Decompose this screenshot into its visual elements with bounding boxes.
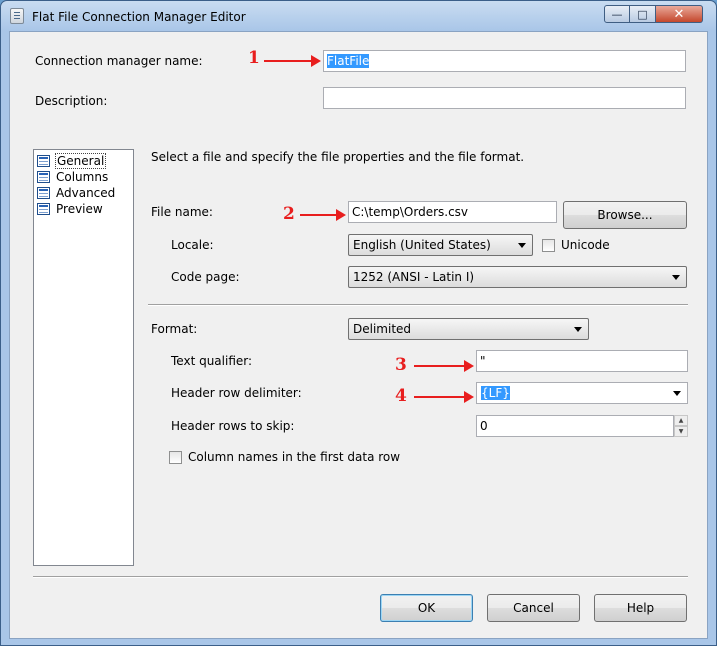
close-button[interactable]: ✕ [656, 5, 703, 23]
spin-down-icon[interactable]: ▼ [674, 426, 688, 437]
annotation-number: 3 [395, 355, 407, 375]
chevron-down-icon [574, 327, 582, 332]
annotation-arrow [414, 391, 474, 403]
description-label: Description: [35, 94, 108, 108]
annotation-number: 2 [283, 204, 295, 224]
cancel-button[interactable]: Cancel [487, 594, 580, 622]
advanced-page-icon [37, 187, 50, 199]
unicode-label: Unicode [561, 238, 610, 252]
text-qualifier-label: Text qualifier: [171, 354, 253, 368]
minimize-button[interactable]: — [604, 5, 630, 23]
chevron-down-icon [518, 243, 526, 248]
ok-button[interactable]: OK [380, 594, 473, 622]
header-row-delimiter-label: Header row delimiter: [171, 386, 302, 400]
annotation-arrow [414, 360, 474, 372]
connection-name-label: Connection manager name: [35, 54, 203, 68]
format-select[interactable]: Delimited [348, 318, 589, 340]
description-input[interactable] [323, 87, 686, 109]
format-value: Delimited [353, 322, 412, 336]
dialog-body: Connection manager name: FlatFile Descri… [9, 31, 708, 639]
header-rows-spinner[interactable]: ▲ ▼ [673, 415, 688, 437]
format-label: Format: [151, 322, 198, 336]
connection-name-input[interactable]: FlatFile [323, 50, 686, 72]
file-name-input[interactable]: C:\temp\Orders.csv [348, 201, 557, 223]
header-rows-skip-value: 0 [480, 419, 488, 433]
nav-item-label: General [54, 153, 107, 169]
locale-label: Locale: [171, 238, 214, 252]
code-page-select[interactable]: 1252 (ANSI - Latin I) [348, 266, 687, 288]
dialog-window: Flat File Connection Manager Editor — □ … [0, 0, 717, 646]
annotation-number: 4 [395, 386, 407, 406]
preview-page-icon [37, 203, 50, 215]
general-page-icon [37, 155, 50, 167]
header-row-delimiter-value: {LF} [481, 386, 510, 400]
annotation-arrow [300, 209, 346, 221]
chevron-down-icon [672, 275, 680, 280]
title-bar[interactable]: Flat File Connection Manager Editor — □ … [1, 1, 716, 31]
columns-page-icon [37, 171, 50, 183]
annotation-arrow [264, 55, 321, 67]
help-button[interactable]: Help [594, 594, 687, 622]
header-rows-skip-label: Header rows to skip: [171, 419, 295, 433]
chevron-down-icon [673, 391, 681, 396]
nav-item-general[interactable]: General [37, 153, 107, 169]
nav-item-label: Columns [56, 170, 109, 184]
nav-item-label: Preview [56, 202, 103, 216]
header-row-delimiter-select[interactable]: {LF} [476, 382, 688, 404]
code-page-label: Code page: [171, 270, 240, 284]
nav-item-columns[interactable]: Columns [37, 169, 108, 185]
annotation-number: 1 [248, 48, 260, 68]
page-nav-list: General Columns Advanced Preview [33, 149, 134, 566]
nav-item-label: Advanced [56, 186, 116, 200]
column-names-checkbox[interactable] [169, 451, 182, 464]
window-title: Flat File Connection Manager Editor [32, 10, 246, 24]
browse-button[interactable]: Browse... [563, 201, 687, 229]
footer-divider [33, 576, 688, 578]
unicode-checkbox[interactable] [542, 239, 555, 252]
spin-up-icon[interactable]: ▲ [674, 415, 688, 426]
general-intro-text: Select a file and specify the file prope… [151, 150, 525, 164]
code-page-value: 1252 (ANSI - Latin I) [353, 270, 475, 284]
text-qualifier-input[interactable]: " [476, 350, 688, 372]
maximize-button[interactable]: □ [630, 5, 656, 23]
column-names-label: Column names in the first data row [188, 450, 401, 464]
nav-item-preview[interactable]: Preview [37, 201, 103, 217]
locale-value: English (United States) [353, 238, 491, 252]
header-rows-skip-input[interactable]: 0 [476, 415, 688, 437]
nav-item-advanced[interactable]: Advanced [37, 185, 115, 201]
section-divider [148, 304, 688, 306]
file-name-label: File name: [151, 205, 213, 219]
app-icon [10, 8, 24, 24]
connection-name-value: FlatFile [327, 54, 370, 68]
locale-select[interactable]: English (United States) [348, 234, 533, 256]
